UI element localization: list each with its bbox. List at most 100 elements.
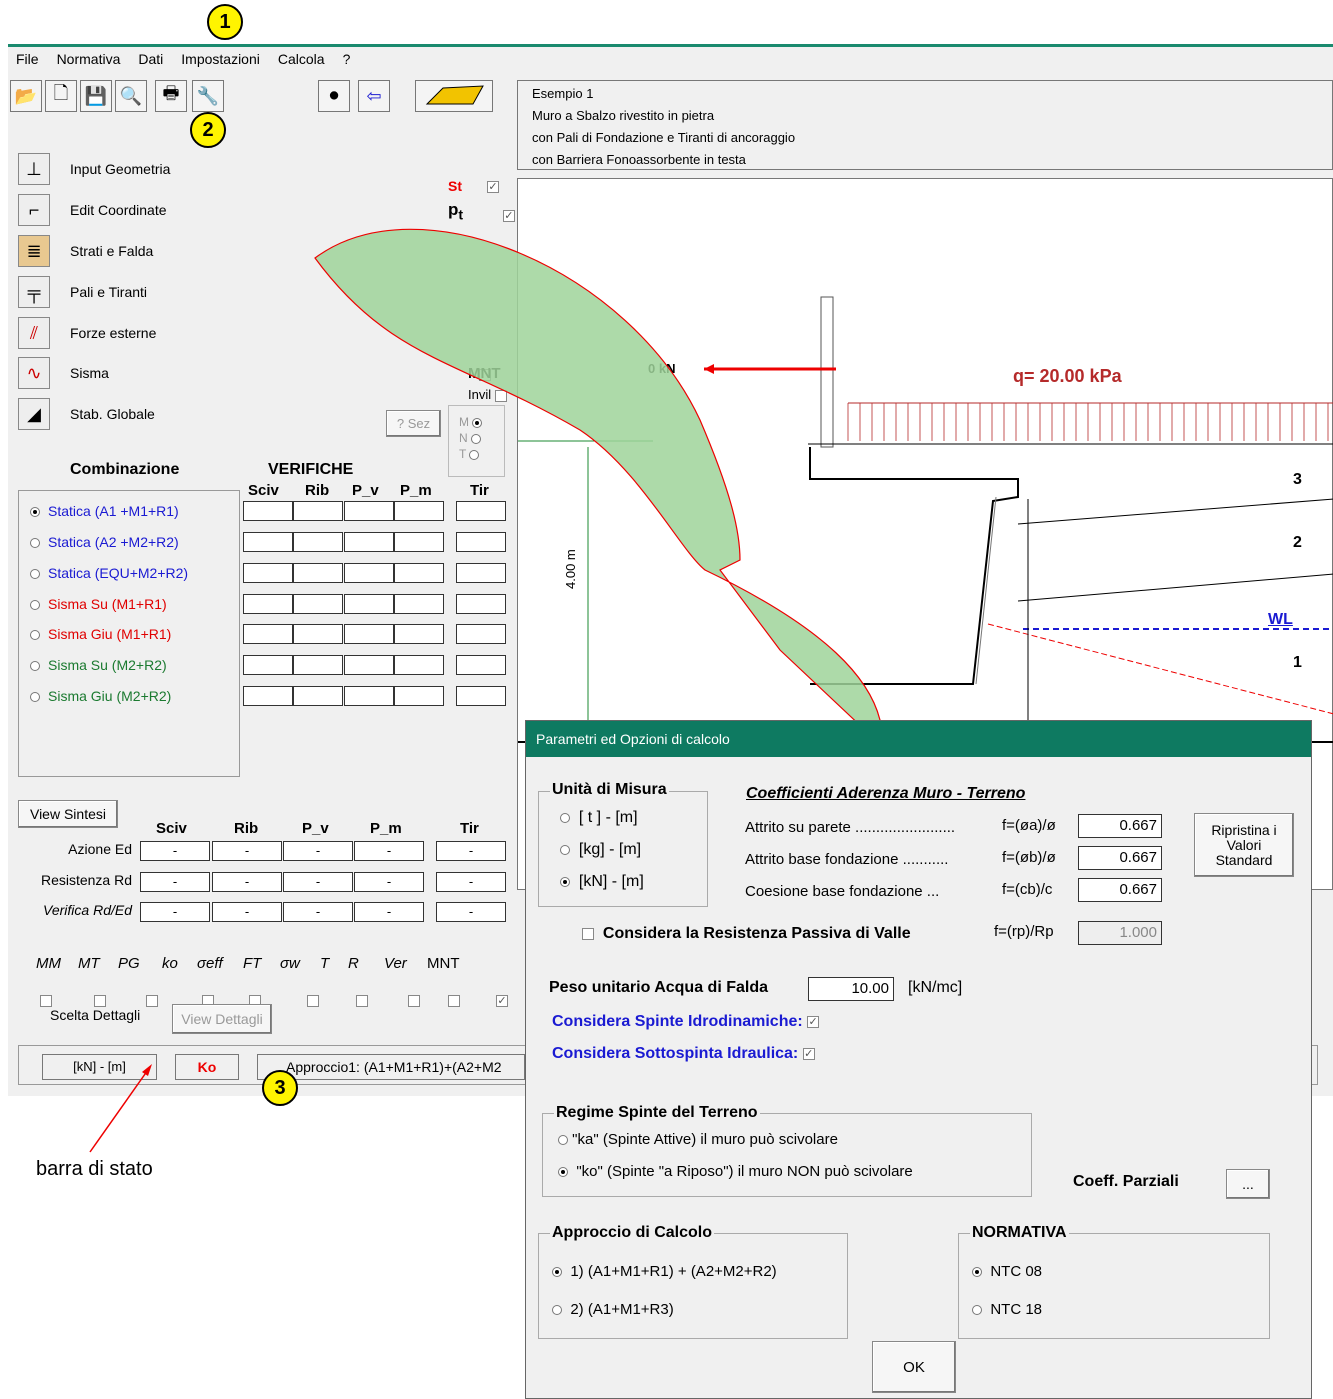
ntc08-option[interactable]: NTC 08 xyxy=(972,1263,1042,1280)
dettaglio-label: MM xyxy=(36,955,61,972)
combinazione-option[interactable]: Statica (A1 +M1+R1) xyxy=(30,503,179,519)
st-label: St xyxy=(448,178,462,194)
badge-1: 1 xyxy=(207,4,243,40)
menu-file[interactable]: File xyxy=(16,48,39,70)
nav-input-geometria[interactable]: ⊥ Input Geometria xyxy=(18,153,170,185)
dettaglio-checkbox[interactable] xyxy=(307,995,319,1008)
coeff-formula: f=(øb)/ø xyxy=(1002,849,1056,866)
parameters-dialog: Parametri ed Opzioni di calcolo Unità di… xyxy=(525,720,1312,1399)
save-icon[interactable]: 💾 xyxy=(80,80,112,112)
ok-button[interactable]: OK xyxy=(872,1341,956,1393)
coeff-parziali-button[interactable]: ... xyxy=(1226,1169,1270,1199)
print-icon[interactable]: 🖶 xyxy=(155,80,187,112)
regime-group xyxy=(542,1113,1032,1197)
description-line: con Pali di Fondazione e Tiranti di anco… xyxy=(532,130,796,145)
unit-option-t[interactable]: [ t ] - [m] xyxy=(560,809,638,827)
dettaglio-checkbox[interactable] xyxy=(146,995,158,1008)
nav-strati-falda[interactable]: ≣ Strati e Falda xyxy=(18,235,153,267)
menu-impostazioni[interactable]: Impostazioni xyxy=(181,48,260,70)
dialog-title: Parametri ed Opzioni di calcolo xyxy=(526,721,1311,757)
idrodinamiche-checkbox[interactable]: ✓ xyxy=(807,1015,820,1028)
menu-normativa[interactable]: Normativa xyxy=(57,48,121,70)
wall-model-icon[interactable] xyxy=(415,80,493,112)
coeff-title: Coefficienti Aderenza Muro - Terreno xyxy=(746,785,1026,802)
traffic-light-icon[interactable]: ⚫ xyxy=(318,80,350,112)
annotation-arrow xyxy=(89,1064,152,1153)
preview-icon[interactable]: 🔍 xyxy=(115,80,147,112)
regime-ko-option[interactable]: "ko" (Spinte "a Riposo") il muro NON può… xyxy=(558,1163,913,1180)
dettaglio-label: PG xyxy=(118,955,140,972)
wall-icon: ⊥ xyxy=(18,153,50,185)
unit-option-kn[interactable]: [kN] - [m] xyxy=(560,873,644,891)
sintesi-cell: - xyxy=(140,841,210,861)
regime-group-label: Regime Spinte del Terreno xyxy=(554,1104,760,1122)
menu-calcola[interactable]: Calcola xyxy=(278,48,325,70)
approccio-2-option[interactable]: 2) (A1+M1+R3) xyxy=(552,1301,674,1318)
unit-option-kg[interactable]: [kg] - [m] xyxy=(560,841,641,859)
combinazione-option[interactable]: Sisma Su (M1+R1) xyxy=(30,596,167,612)
nav-stab-globale[interactable]: ◢ Stab. Globale xyxy=(18,398,155,430)
passiva-option[interactable]: Considera la Resistenza Passiva di Valle xyxy=(582,925,911,943)
verifica-cell xyxy=(243,594,293,614)
scelta-dettagli-label: Scelta Dettagli xyxy=(50,1007,141,1023)
combinazione-option[interactable]: Sisma Giu (M1+R1) xyxy=(30,626,171,642)
regime-ka-option[interactable]: "ka" (Spinte Attive) il muro può scivola… xyxy=(558,1131,838,1148)
attrito-base-input[interactable]: 0.667 xyxy=(1078,846,1162,870)
nav-sisma[interactable]: ∿ Sisma xyxy=(18,357,109,389)
col-header: Sciv xyxy=(248,482,279,499)
approccio-1-option[interactable]: 1) (A1+M1+R1) + (A2+M2+R2) xyxy=(552,1263,777,1280)
dettaglio-checkbox[interactable] xyxy=(356,995,368,1008)
passiva-checkbox[interactable] xyxy=(582,927,594,940)
back-arrow-icon[interactable]: ⇦ xyxy=(358,80,390,112)
combinazione-option[interactable]: Statica (A2 +M2+R2) xyxy=(30,534,179,550)
dettaglio-checkbox[interactable] xyxy=(40,995,52,1008)
combinazione-option[interactable]: Sisma Su (M2+R2) xyxy=(30,657,167,673)
nav-edit-coordinate[interactable]: ⌐ Edit Coordinate xyxy=(18,194,167,226)
menu-help[interactable]: ? xyxy=(343,48,351,70)
description-line: Muro a Sbalzo rivestito in pietra xyxy=(532,108,715,123)
dettaglio-checkbox[interactable]: ✓ xyxy=(496,995,508,1008)
badge-2: 2 xyxy=(190,112,226,148)
wrench-icon[interactable]: 🔧 xyxy=(192,80,224,112)
sintesi-col-header: Tir xyxy=(460,820,479,837)
restore-defaults-button[interactable]: Ripristina i Valori Standard xyxy=(1194,813,1294,877)
attrito-parete-input[interactable]: 0.667 xyxy=(1078,814,1162,838)
menu-dati[interactable]: Dati xyxy=(138,48,163,70)
layer-label: 1 xyxy=(1293,654,1302,671)
sintesi-cell: - xyxy=(354,872,424,892)
new-file-icon[interactable]: 🗋 xyxy=(45,80,77,112)
coeff-label: Attrito su parete ......................… xyxy=(745,819,956,836)
passiva-formula: f=(rp)/Rp xyxy=(994,923,1054,940)
view-sintesi-button[interactable]: View Sintesi xyxy=(18,800,118,828)
sintesi-col-header: Sciv xyxy=(156,820,187,837)
idrodinamiche-option[interactable]: Considera Spinte Idrodinamiche: ✓ xyxy=(552,1013,820,1031)
nav-pali-tiranti[interactable]: ╤ Pali e Tiranti xyxy=(18,276,147,308)
dettaglio-checkbox[interactable] xyxy=(408,995,420,1008)
nav-forze-esterne[interactable]: ⫽ Forze esterne xyxy=(18,317,156,349)
status-ko: Ko xyxy=(175,1054,239,1080)
dettaglio-label: FT xyxy=(243,955,262,972)
sottospinta-option[interactable]: Considera Sottospinta Idraulica: ✓ xyxy=(552,1045,815,1063)
open-icon[interactable]: 📂 xyxy=(10,80,42,112)
normativa-group-label: NORMATIVA xyxy=(970,1224,1069,1242)
sintesi-cell: - xyxy=(283,841,353,861)
layer-label: 2 xyxy=(1293,534,1302,551)
sottospinta-checkbox[interactable]: ✓ xyxy=(802,1047,815,1060)
dettaglio-label: R xyxy=(348,955,359,972)
description-line: Esempio 1 xyxy=(532,86,594,101)
dettaglio-checkbox[interactable] xyxy=(94,995,106,1008)
coeff-parziali-label: Coeff. Parziali xyxy=(1073,1173,1179,1190)
view-dettagli-button[interactable]: View Dettagli xyxy=(172,1004,272,1034)
ntc18-option[interactable]: NTC 18 xyxy=(972,1301,1042,1318)
peso-label: Peso unitario Acqua di Falda xyxy=(549,979,768,996)
peso-input[interactable]: 10.00 xyxy=(808,977,894,1001)
sintesi-cell: - xyxy=(212,902,282,922)
combinazione-option[interactable]: Sisma Giu (M2+R2) xyxy=(30,688,171,704)
dettaglio-checkbox[interactable] xyxy=(448,995,460,1008)
stability-icon: ◢ xyxy=(18,398,50,430)
st-checkbox[interactable]: ✓ xyxy=(487,181,499,194)
sintesi-cell: - xyxy=(212,872,282,892)
combinazione-option[interactable]: Statica (EQU+M2+R2) xyxy=(30,565,188,581)
coesione-base-input[interactable]: 0.667 xyxy=(1078,878,1162,902)
status-approach: Approccio1: (A1+M1+R1)+(A2+M2 xyxy=(257,1054,525,1080)
